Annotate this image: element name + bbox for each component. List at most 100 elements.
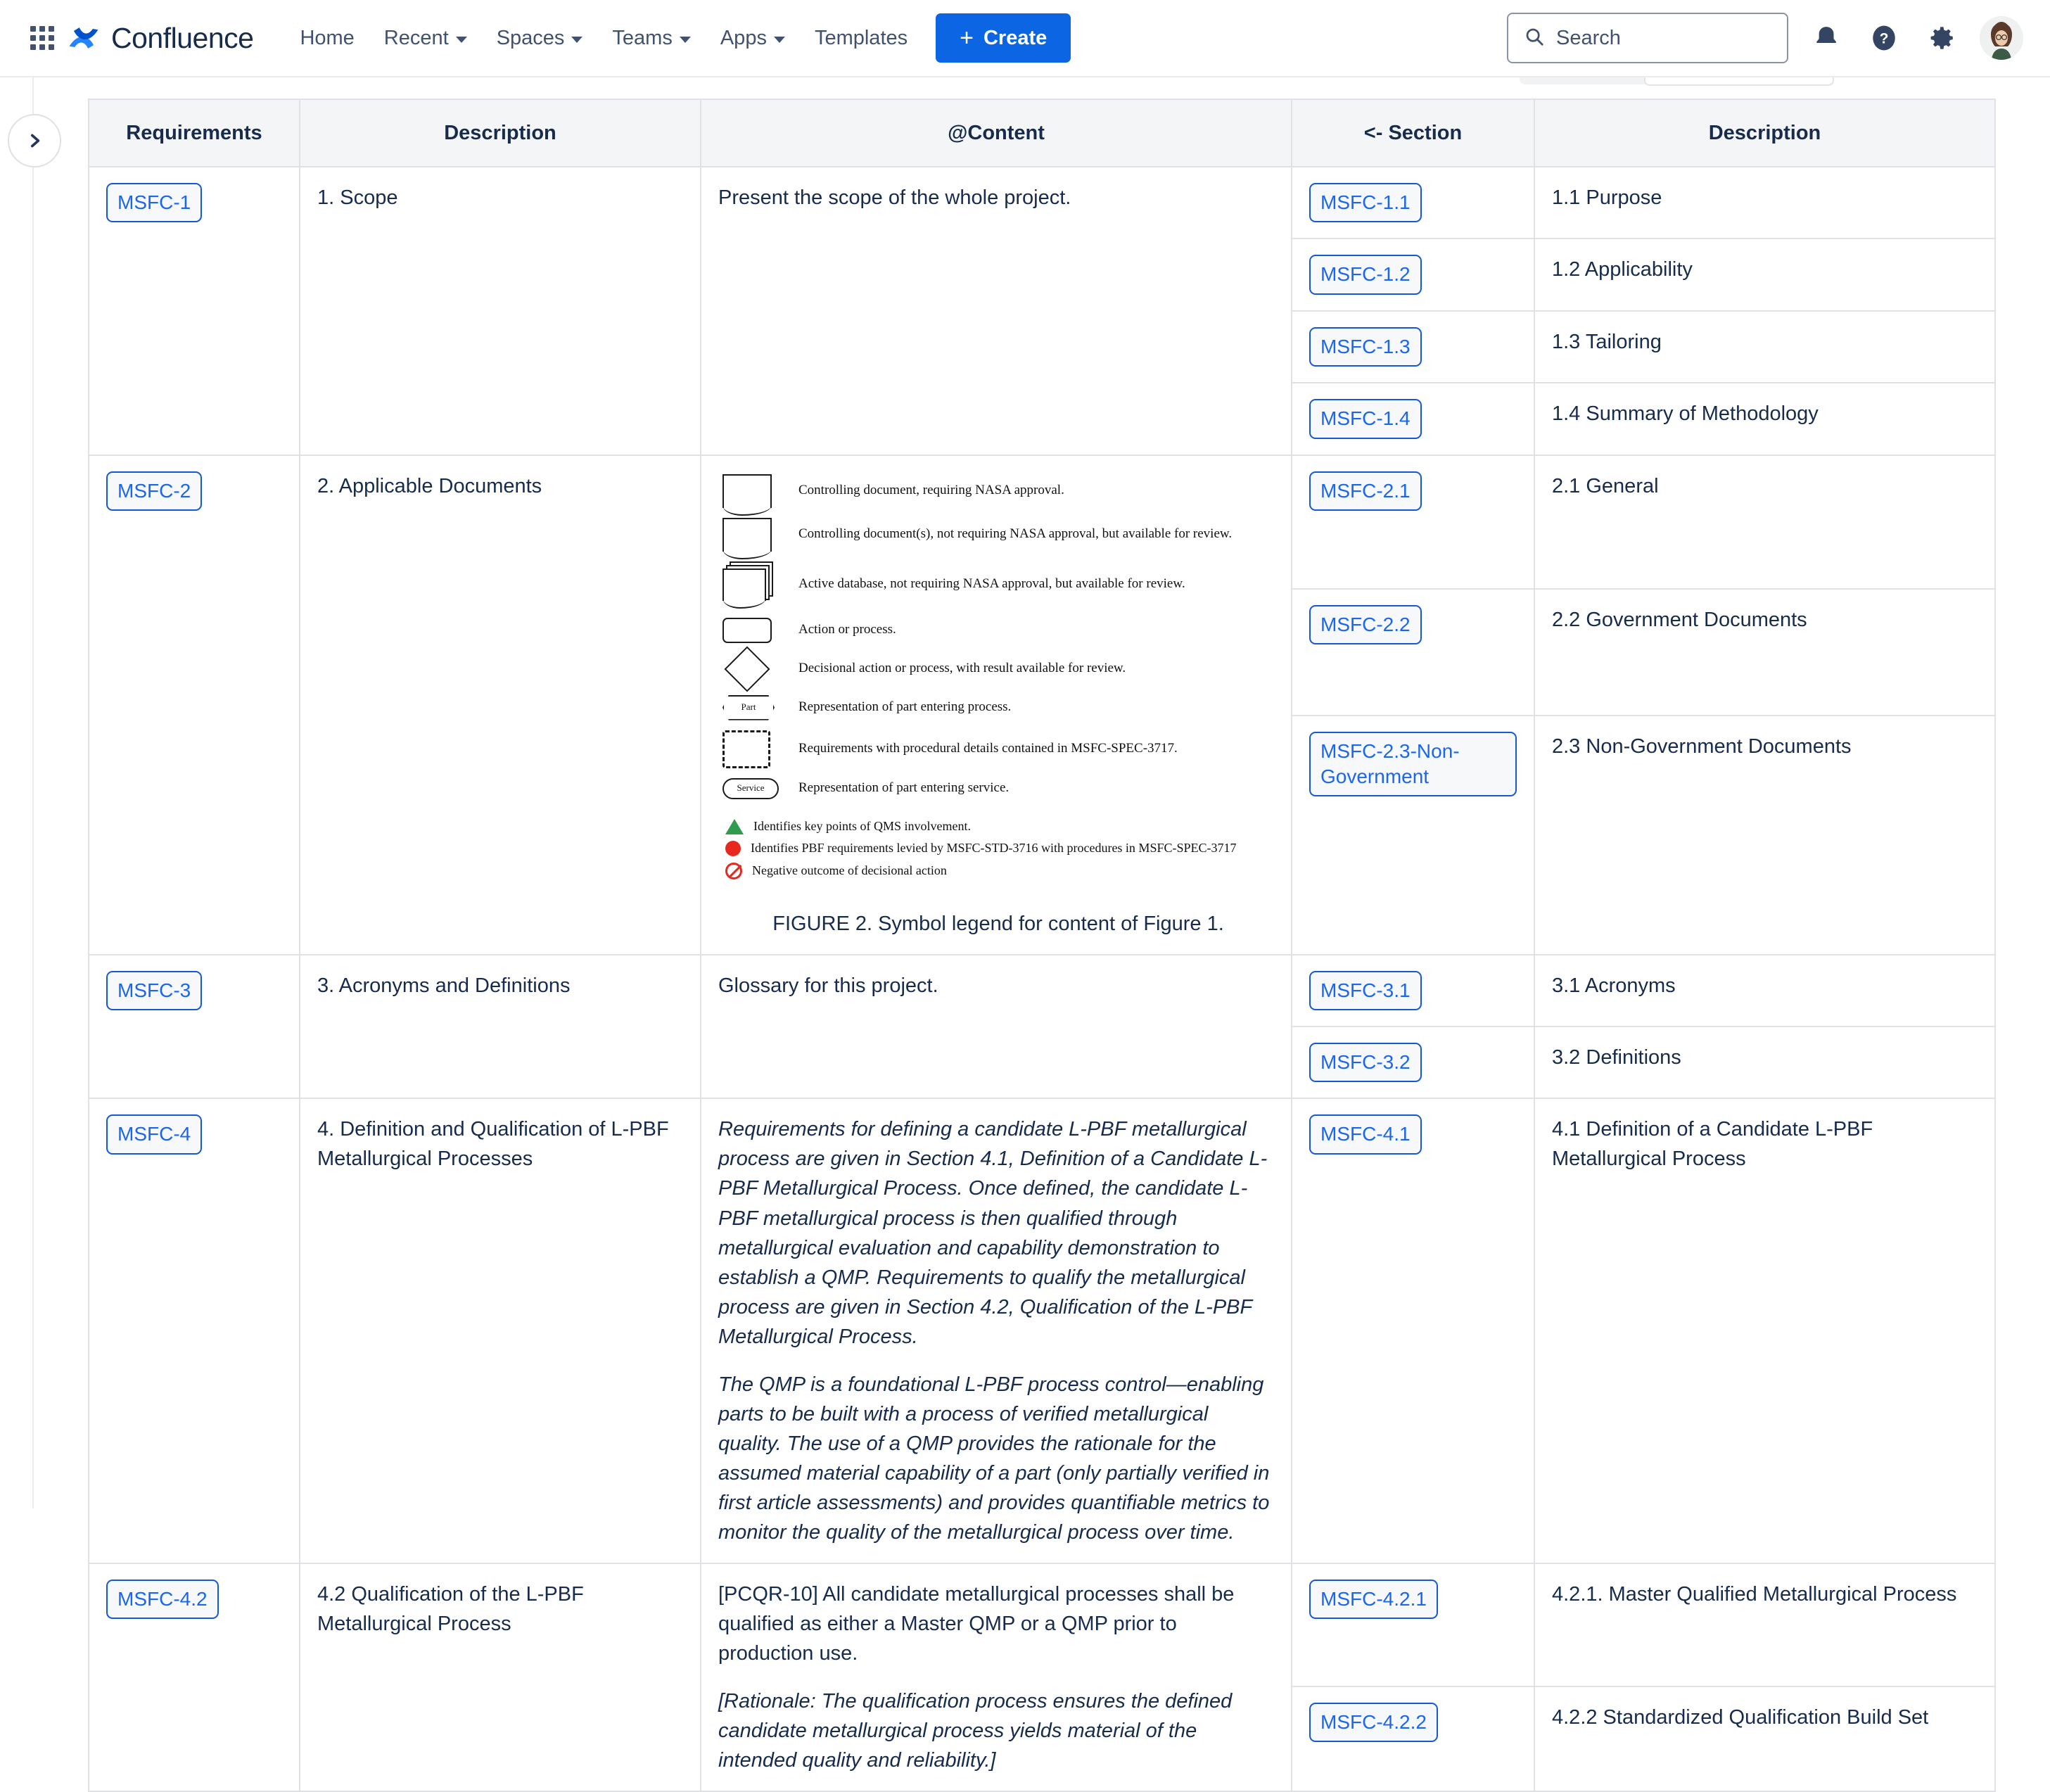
requirement-chip[interactable]: MSFC-4 bbox=[106, 1114, 203, 1155]
nav-item-label: Spaces bbox=[496, 26, 565, 49]
section-description-cell: 4.2.1. Master Qualified Metallurgical Pr… bbox=[1534, 1563, 1996, 1688]
description-cell: 2. Applicable Documents bbox=[299, 454, 701, 955]
app-switcher-icon[interactable] bbox=[27, 23, 58, 53]
section-chip[interactable]: MSFC-4.2.2 bbox=[1309, 1703, 1438, 1743]
section-description-cell: 1.4 Summary of Methodology bbox=[1534, 382, 1996, 456]
nav-item-label: Recent bbox=[383, 26, 449, 49]
content-cell: [PCQR-10] All candidate metallurgical pr… bbox=[700, 1563, 1292, 1792]
nav-item-label: Templates bbox=[814, 26, 908, 49]
section-chip[interactable]: MSFC-1.4 bbox=[1309, 399, 1422, 439]
section-cell: MSFC-3.1 bbox=[1291, 953, 1535, 1028]
nav-right-group: Search ? bbox=[1507, 13, 2023, 63]
document-double-icon bbox=[722, 474, 784, 516]
requirement-cell: MSFC-4 bbox=[88, 1098, 300, 1565]
section-chip[interactable]: MSFC-3.1 bbox=[1309, 970, 1422, 1010]
search-icon bbox=[1524, 26, 1545, 51]
content-paragraph: [PCQR-10] All candidate metallurgical pr… bbox=[718, 1583, 1235, 1665]
pill-service-icon: Service bbox=[722, 777, 784, 799]
grid-dot bbox=[30, 26, 36, 32]
legend-minor-entry: Identifies key points of QMS involvement… bbox=[722, 818, 1274, 834]
expand-sidebar-button[interactable] bbox=[8, 114, 61, 167]
description-cell: 4.2 Qualification of the L-PBF Metallurg… bbox=[299, 1563, 701, 1792]
section-cell: MSFC-3.2 bbox=[1291, 1025, 1535, 1100]
document-single-icon bbox=[722, 517, 784, 559]
nav-item-spaces[interactable]: Spaces bbox=[484, 17, 596, 60]
section-description-cell: 2.3 Non-Government Documents bbox=[1534, 714, 1996, 955]
section-description-cell: 1.3 Tailoring bbox=[1534, 310, 1996, 384]
section-chip[interactable]: MSFC-4.2.1 bbox=[1309, 1580, 1438, 1620]
section-description-cell: 2.2 Government Documents bbox=[1534, 587, 1996, 716]
column-header-section-description: Description bbox=[1534, 99, 1996, 167]
column-header-content: @Content bbox=[700, 99, 1292, 167]
help-icon[interactable]: ? bbox=[1864, 18, 1904, 58]
search-input[interactable]: Search bbox=[1507, 13, 1788, 63]
requirement-chip[interactable]: MSFC-1 bbox=[106, 183, 203, 223]
legend-minor-label: Negative outcome of decisional action bbox=[752, 863, 947, 877]
chevron-down-icon bbox=[455, 36, 467, 43]
confluence-logo-icon bbox=[66, 20, 101, 56]
section-cell: MSFC-4.1 bbox=[1291, 1098, 1535, 1565]
table-row: MSFC-2 2. Applicable Documents Controlli… bbox=[88, 454, 1996, 955]
nav-item-recent[interactable]: Recent bbox=[371, 17, 480, 60]
section-description-cell: 4.1 Definition of a Candidate L-PBF Meta… bbox=[1534, 1098, 1996, 1565]
section-description-cell: 1.1 Purpose bbox=[1534, 165, 1996, 240]
legend-minor-entry: Negative outcome of decisional action bbox=[722, 862, 1274, 879]
notifications-icon[interactable] bbox=[1807, 18, 1846, 58]
section-chip[interactable]: MSFC-1.1 bbox=[1309, 183, 1422, 223]
section-chip[interactable]: MSFC-2.3-Non-Government bbox=[1309, 731, 1517, 797]
section-cell: MSFC-1.4 bbox=[1291, 382, 1535, 456]
content-cell: Present the scope of the whole project. bbox=[700, 166, 1292, 456]
hexagon-label: Part bbox=[722, 694, 775, 720]
search-placeholder: Search bbox=[1556, 26, 1621, 49]
create-button[interactable]: + Create bbox=[936, 13, 1071, 63]
legend-minor-label: Identifies PBF requirements levied by MS… bbox=[751, 840, 1237, 855]
grid-dot bbox=[49, 44, 54, 50]
legend-entry: Decisional action or process, with resul… bbox=[722, 646, 1274, 692]
nav-item-label: Teams bbox=[612, 26, 673, 49]
nav-item-templates[interactable]: Templates bbox=[802, 17, 920, 60]
section-chip[interactable]: MSFC-1.2 bbox=[1309, 255, 1422, 295]
section-chip[interactable]: MSFC-2.1 bbox=[1309, 471, 1422, 511]
requirements-table-wrapper: Requirements Description @Content <- Sec… bbox=[88, 99, 1996, 1792]
section-chip[interactable]: MSFC-2.2 bbox=[1309, 604, 1422, 644]
user-avatar[interactable] bbox=[1980, 16, 2023, 60]
content-cell: Requirements for defining a candidate L-… bbox=[700, 1098, 1292, 1565]
requirement-cell: MSFC-4.2 bbox=[88, 1563, 300, 1792]
section-chip[interactable]: MSFC-1.3 bbox=[1309, 326, 1422, 367]
nav-item-apps[interactable]: Apps bbox=[708, 17, 798, 60]
grid-dot bbox=[49, 35, 54, 41]
legend-entry-label: Action or process. bbox=[798, 622, 896, 637]
table-row: MSFC-3 3. Acronyms and Definitions Gloss… bbox=[88, 953, 1996, 1100]
nav-item-home[interactable]: Home bbox=[287, 17, 367, 60]
settings-gear-icon[interactable] bbox=[1922, 18, 1961, 58]
legend-entry: Controlling document(s), not requiring N… bbox=[722, 517, 1274, 559]
section-chip[interactable]: MSFC-3.2 bbox=[1309, 1043, 1422, 1083]
grid-dot bbox=[49, 26, 54, 32]
section-cell: MSFC-4.2.2 bbox=[1291, 1686, 1535, 1792]
section-description-cell: 3.1 Acronyms bbox=[1534, 953, 1996, 1028]
legend-entry: Service Representation of part entering … bbox=[722, 777, 1274, 799]
nav-item-teams[interactable]: Teams bbox=[599, 17, 703, 60]
svg-text:?: ? bbox=[1880, 31, 1889, 47]
column-header-requirements: Requirements bbox=[88, 99, 300, 167]
plus-icon: + bbox=[960, 25, 974, 51]
table-row: MSFC-1 1. Scope Present the scope of the… bbox=[88, 165, 1996, 456]
section-description-cell: 4.2.2 Standardized Qualification Build S… bbox=[1534, 1686, 1996, 1792]
legend-entry-label: Active database, not requiring NASA appr… bbox=[798, 576, 1185, 592]
grid-dot bbox=[39, 44, 45, 50]
section-description-cell: 3.2 Definitions bbox=[1534, 1025, 1996, 1100]
requirement-chip[interactable]: MSFC-2 bbox=[106, 471, 203, 511]
dashed-rect-icon bbox=[722, 730, 784, 768]
requirement-cell: MSFC-1 bbox=[88, 166, 300, 456]
legend-entry: Action or process. bbox=[722, 617, 1274, 643]
section-cell: MSFC-4.2.1 bbox=[1291, 1563, 1535, 1688]
content-paragraph-rationale: [Rationale: The qualification process en… bbox=[718, 1690, 1233, 1772]
requirements-table: Requirements Description @Content <- Sec… bbox=[88, 99, 1996, 1792]
section-chip[interactable]: MSFC-4.1 bbox=[1309, 1114, 1422, 1155]
chevron-down-icon bbox=[679, 36, 691, 43]
section-cell: MSFC-2.3-Non-Government bbox=[1291, 714, 1535, 955]
table-header-row: Requirements Description @Content <- Sec… bbox=[88, 99, 1996, 167]
requirement-chip[interactable]: MSFC-4.2 bbox=[106, 1580, 219, 1620]
requirement-chip[interactable]: MSFC-3 bbox=[106, 970, 203, 1010]
confluence-home-link[interactable]: Confluence bbox=[66, 20, 254, 56]
